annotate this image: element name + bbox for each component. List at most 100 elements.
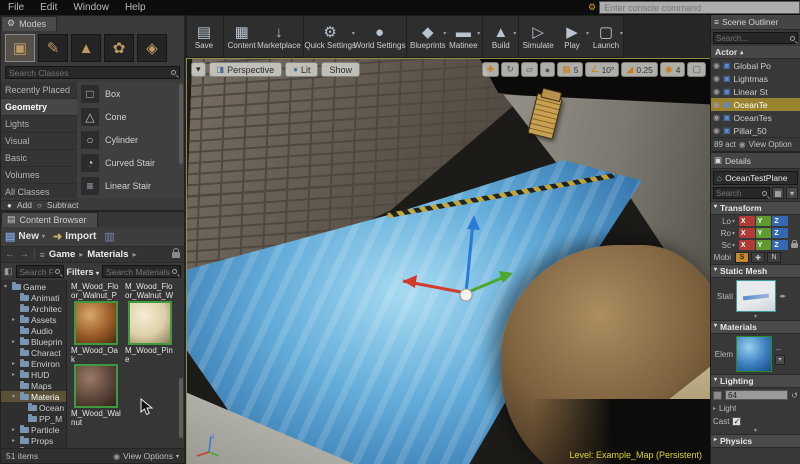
folder-item[interactable]: ▸ Particle xyxy=(1,424,66,435)
y-value-field[interactable]: Y xyxy=(755,216,772,226)
path-tree-icon[interactable]: ≡ xyxy=(40,250,45,260)
tab-content-browser[interactable]: ▤ Content Browser xyxy=(1,212,98,227)
camera-speed-icon[interactable]: ◉ 4 xyxy=(659,62,686,77)
add-radio[interactable]: ● xyxy=(7,201,12,210)
z-value-field[interactable]: Z xyxy=(772,228,789,238)
folder-item[interactable]: Audio xyxy=(1,325,66,336)
lightmap-resolution-field[interactable]: 64 xyxy=(725,390,789,400)
search-folders-input[interactable] xyxy=(19,266,55,277)
cast-shadow-checkbox[interactable]: ✓ xyxy=(732,417,742,426)
asset-item[interactable]: M_Wood_Oak xyxy=(71,301,121,364)
dropdown-icon[interactable]: ▾ xyxy=(775,354,785,365)
expand-arrow-icon[interactable]: ▸ xyxy=(12,338,18,345)
y-value-field[interactable]: Y xyxy=(755,240,772,250)
property-matrix-icon[interactable]: ▦ xyxy=(772,187,784,199)
rotation-snap-icon[interactable]: ∠ 10° xyxy=(585,62,620,77)
lighting-section-header[interactable]: ▾ Lighting xyxy=(711,374,800,388)
shape-item[interactable]: □ Box xyxy=(77,82,178,105)
foliage-mode-icon[interactable]: ✿ xyxy=(104,34,134,62)
outliner-row[interactable]: ◉ ▣ Pillar_50 xyxy=(711,124,800,137)
chevron-down-icon[interactable]: ▾ xyxy=(477,30,480,37)
scale-snap-icon[interactable]: ◢ 0.25 xyxy=(621,62,658,77)
save-all-icon[interactable]: ▥ xyxy=(104,230,114,243)
outliner-search-input[interactable] xyxy=(716,33,790,43)
z-value-field[interactable]: Z xyxy=(772,216,789,226)
asset-item[interactable]: M_Wood_Floor_Walnut_Wor xyxy=(125,282,175,301)
shape-item[interactable]: ○ Cylinder xyxy=(77,128,178,151)
visibility-eye-icon[interactable]: ◉ xyxy=(713,126,720,135)
new-button[interactable]: ▤ New ▾ xyxy=(5,230,45,243)
rotate-tool-icon[interactable]: ↻ xyxy=(501,62,519,77)
outliner-row[interactable]: ◉ ▣ Lightmas xyxy=(711,72,800,85)
chevron-down-icon[interactable]: ▾ xyxy=(732,230,738,237)
mode-category[interactable]: Lights xyxy=(1,116,77,133)
scrollbar[interactable] xyxy=(179,84,183,164)
static-mesh-section-header[interactable]: ▾ Static Mesh xyxy=(711,264,800,278)
scale-tool-icon[interactable]: ▱ xyxy=(520,62,538,77)
z-value-field[interactable]: Z xyxy=(772,240,789,250)
expand-arrow-icon[interactable]: ▸ xyxy=(12,316,18,323)
visibility-eye-icon[interactable]: ◉ xyxy=(713,113,720,122)
build-button[interactable]: ▲ Build ▾ xyxy=(482,16,516,57)
mode-category[interactable]: All Classes xyxy=(1,184,77,201)
blueprints-button[interactable]: ◆ Blueprints ▾ xyxy=(406,16,446,57)
mobility-option[interactable]: ✚ xyxy=(751,252,765,263)
folder-item[interactable]: ▾ Materia xyxy=(1,391,66,402)
chevron-down-icon[interactable]: ▾ xyxy=(732,242,738,249)
folder-item[interactable]: Shapes xyxy=(1,446,66,448)
shape-item[interactable]: △ Cone xyxy=(77,105,178,128)
mode-category[interactable]: Basic xyxy=(1,150,77,167)
world-settings-button[interactable]: ● World Settings xyxy=(354,16,406,57)
mode-category[interactable]: Geometry xyxy=(1,99,77,116)
outliner-row[interactable]: ◉ ▣ OceanTes xyxy=(711,111,800,124)
asset-item[interactable]: M_Wood_Pine xyxy=(125,301,175,364)
materials-section-header[interactable]: ▾ Materials xyxy=(711,320,800,334)
folder-item[interactable]: ▸ Blueprin xyxy=(1,336,66,347)
browse-arrow-icon[interactable]: ◂▸ xyxy=(779,292,786,300)
grid-snap-icon[interactable]: ▦ 5 xyxy=(557,62,584,77)
expand-arrow-icon[interactable]: ▸ xyxy=(12,426,18,433)
physics-section-header[interactable]: ▸ Physics xyxy=(711,434,800,448)
expand-arrow-icon[interactable]: ▸ xyxy=(12,437,18,444)
maximize-viewport-button[interactable]: ▢ xyxy=(687,62,706,77)
actor-column-header[interactable]: Actor ▴ xyxy=(711,46,800,59)
mobility-option[interactable]: N xyxy=(767,252,781,263)
static-mesh-thumbnail[interactable] xyxy=(736,280,776,312)
play-button[interactable]: ▶ Play ▾ xyxy=(555,16,589,57)
folder-item[interactable]: ▸ Props xyxy=(1,435,66,446)
search-classes-input[interactable] xyxy=(9,67,171,78)
scene-outliner-header[interactable]: ≡ Scene Outliner xyxy=(711,15,800,30)
folder-item[interactable]: PP_M xyxy=(1,413,66,424)
folder-item[interactable]: Architec xyxy=(1,303,66,314)
x-value-field[interactable]: X xyxy=(738,216,755,226)
menu-item[interactable]: Window xyxy=(73,2,109,13)
details-search-input[interactable] xyxy=(716,188,762,198)
geometry-mode-icon[interactable]: ◈ xyxy=(137,34,167,62)
move-tool-icon[interactable]: ✚ xyxy=(481,62,500,77)
folder-item[interactable]: Charact xyxy=(1,347,66,358)
y-value-field[interactable]: Y xyxy=(755,228,772,238)
chevron-down-icon[interactable]: ▾ xyxy=(620,30,623,37)
reset-icon[interactable]: ↺ xyxy=(791,391,798,400)
quick-settings-button[interactable]: ⚙ Quick Settings ▾ xyxy=(302,16,356,57)
mode-category[interactable]: Visual xyxy=(1,133,77,150)
mobility-option[interactable]: S xyxy=(735,252,749,263)
folder-item[interactable]: ▸ Environ xyxy=(1,358,66,369)
chevron-down-icon[interactable]: ▾ xyxy=(513,30,516,37)
marketplace-button[interactable]: ↓ Marketplace xyxy=(257,16,301,57)
outliner-row[interactable]: ◉ ▣ Global Po xyxy=(711,59,800,72)
outliner-view-options[interactable]: View Option xyxy=(749,140,792,149)
folder-item[interactable]: ▸ HUD xyxy=(1,369,66,380)
lit-button[interactable]: ● Lit xyxy=(285,62,319,77)
launch-button[interactable]: ▢ Launch ▾ xyxy=(589,16,623,57)
scrollbar[interactable] xyxy=(179,378,183,438)
folder-item[interactable]: Animati xyxy=(1,292,66,303)
mode-category[interactable]: Volumes xyxy=(1,167,77,184)
import-button[interactable]: ➜ Import xyxy=(53,230,96,243)
details-header[interactable]: ▣ Details xyxy=(711,153,800,169)
outliner-row[interactable]: ◉ ▣ OceanTe xyxy=(711,98,800,111)
matinee-button[interactable]: ▬ Matinee ▾ xyxy=(446,16,480,57)
visibility-eye-icon[interactable]: ◉ xyxy=(713,100,720,109)
content-button[interactable]: ▦ Content xyxy=(223,16,257,57)
landscape-mode-icon[interactable]: ▲ xyxy=(71,34,101,62)
